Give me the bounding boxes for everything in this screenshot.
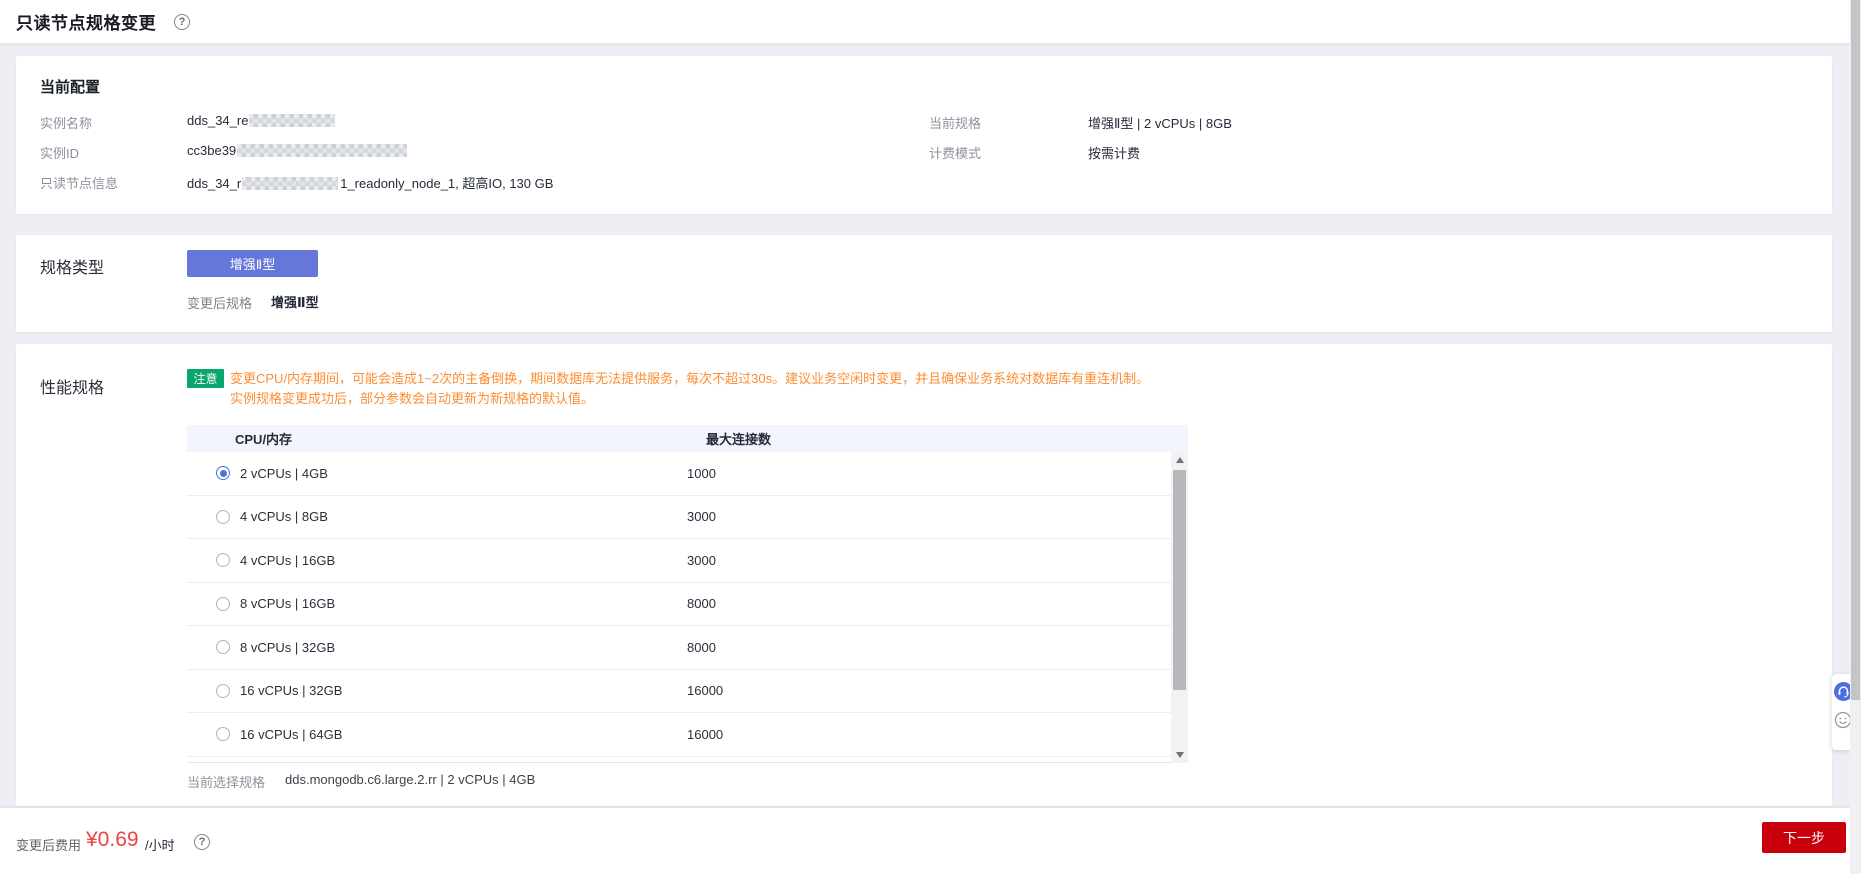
max-connections-cell: 8000 — [687, 640, 716, 655]
table-scrollbar[interactable] — [1171, 452, 1188, 763]
spec-table: CPU/内存 最大连接数 2 vCPUs | 4GB 1000 4 vCPUs … — [187, 425, 1188, 763]
spec-radio[interactable] — [216, 640, 230, 654]
spec-type-button[interactable]: 增强Ⅱ型 — [187, 250, 318, 277]
spec-cell: 4 vCPUs | 16GB — [240, 553, 335, 568]
spec-cell: 16 vCPUs | 32GB — [240, 683, 342, 698]
max-connections-cell: 8000 — [687, 596, 716, 611]
node-info-label: 只读节点信息 — [40, 173, 118, 192]
spec-table-body: 2 vCPUs | 4GB 1000 4 vCPUs | 8GB 3000 4 … — [187, 452, 1171, 757]
page-title: 只读节点规格变更 — [16, 9, 156, 34]
spec-type-card: 规格类型 增强Ⅱ型 变更后规格 增强Ⅱ型 — [16, 235, 1832, 332]
billing-mode-label: 计费模式 — [929, 143, 981, 162]
table-row[interactable]: 4 vCPUs | 8GB 3000 — [187, 496, 1171, 540]
notice-line-1: 变更CPU/内存期间，可能会造成1~2次的主备倒换，期间数据库无法提供服务，每次… — [230, 369, 1590, 389]
spec-radio[interactable] — [216, 597, 230, 611]
page-header: 只读节点规格变更 ? — [0, 0, 1850, 44]
table-row[interactable]: 4 vCPUs | 16GB 3000 — [187, 539, 1171, 583]
max-connections-cell: 1000 — [687, 466, 716, 481]
table-row[interactable]: 8 vCPUs | 32GB 8000 — [187, 626, 1171, 670]
instance-name-value: dds_34_re — [187, 113, 335, 128]
spec-cell: 8 vCPUs | 16GB — [240, 596, 335, 611]
spec-type-heading: 规格类型 — [40, 254, 104, 278]
fee-label: 变更后费用 — [16, 835, 81, 854]
instance-name-label: 实例名称 — [40, 113, 92, 132]
table-scrollbar-thumb[interactable] — [1173, 470, 1186, 690]
page-scrollbar-thumb[interactable] — [1851, 0, 1860, 700]
scroll-up-icon[interactable] — [1171, 452, 1188, 468]
instance-id-value: cc3be39 — [187, 143, 407, 158]
footer-bar: 变更后费用 ¥0.69 /小时 ? 下一步 — [0, 808, 1850, 874]
table-row[interactable]: 8 vCPUs | 16GB 8000 — [187, 583, 1171, 627]
fee-help-icon[interactable]: ? — [194, 834, 210, 850]
max-connections-cell: 16000 — [687, 727, 723, 742]
billing-mode-value: 按需计费 — [1088, 143, 1140, 162]
screen: 只读节点规格变更 ? 当前配置 实例名称 dds_34_re 实例ID cc3b… — [0, 0, 1861, 874]
current-config-card: 当前配置 实例名称 dds_34_re 实例ID cc3be39 只读节点信息 … — [16, 56, 1832, 214]
column-header-cpu-memory: CPU/内存 — [235, 429, 706, 448]
fee-amount: ¥0.69 — [86, 828, 139, 852]
spec-table-header: CPU/内存 最大连接数 — [187, 425, 1188, 452]
notice-badge: 注意 — [187, 369, 224, 388]
current-spec-value: 增强Ⅱ型 | 2 vCPUs | 8GB — [1088, 113, 1232, 132]
current-selection-label: 当前选择规格 — [187, 772, 265, 791]
next-step-button[interactable]: 下一步 — [1762, 822, 1846, 853]
after-change-value: 增强Ⅱ型 — [271, 292, 319, 311]
spec-cell: 4 vCPUs | 8GB — [240, 509, 328, 524]
spec-radio[interactable] — [216, 553, 230, 567]
page-scrollbar[interactable] — [1850, 0, 1861, 874]
spec-cell: 16 vCPUs | 64GB — [240, 727, 342, 742]
max-connections-cell: 3000 — [687, 509, 716, 524]
instance-id-label: 实例ID — [40, 143, 79, 162]
fee-unit: /小时 — [145, 835, 175, 854]
censored-mosaic — [237, 144, 407, 157]
node-info-value: dds_34_r1_readonly_node_1, 超高IO, 130 GB — [187, 173, 553, 192]
performance-heading: 性能规格 — [40, 374, 104, 398]
performance-card: 性能规格 注意 变更CPU/内存期间，可能会造成1~2次的主备倒换，期间数据库无… — [16, 344, 1832, 806]
current-selection-value: dds.mongodb.c6.large.2.rr | 2 vCPUs | 4G… — [285, 772, 535, 787]
notice-text: 变更CPU/内存期间，可能会造成1~2次的主备倒换，期间数据库无法提供服务，每次… — [230, 369, 1590, 409]
censored-mosaic — [242, 177, 338, 190]
scroll-down-icon[interactable] — [1171, 747, 1188, 763]
after-change-label: 变更后规格 — [187, 293, 252, 312]
spec-radio[interactable] — [216, 510, 230, 524]
spec-cell: 8 vCPUs | 32GB — [240, 640, 335, 655]
notice-line-2: 实例规格变更成功后，部分参数会自动更新为新规格的默认值。 — [230, 389, 1590, 409]
spec-radio[interactable] — [216, 727, 230, 741]
table-row[interactable]: 16 vCPUs | 64GB 16000 — [187, 713, 1171, 757]
spec-cell: 2 vCPUs | 4GB — [240, 466, 328, 481]
column-header-max-connections: 最大连接数 — [706, 429, 771, 448]
table-row[interactable]: 16 vCPUs | 32GB 16000 — [187, 670, 1171, 714]
max-connections-cell: 3000 — [687, 553, 716, 568]
max-connections-cell: 16000 — [687, 683, 723, 698]
current-config-heading: 当前配置 — [40, 76, 100, 97]
table-row[interactable]: 2 vCPUs | 4GB 1000 — [187, 452, 1171, 496]
spec-radio[interactable] — [216, 684, 230, 698]
current-spec-label: 当前规格 — [929, 113, 981, 132]
spec-radio[interactable] — [216, 466, 230, 480]
censored-mosaic — [249, 114, 335, 127]
title-help-icon[interactable]: ? — [174, 14, 190, 30]
